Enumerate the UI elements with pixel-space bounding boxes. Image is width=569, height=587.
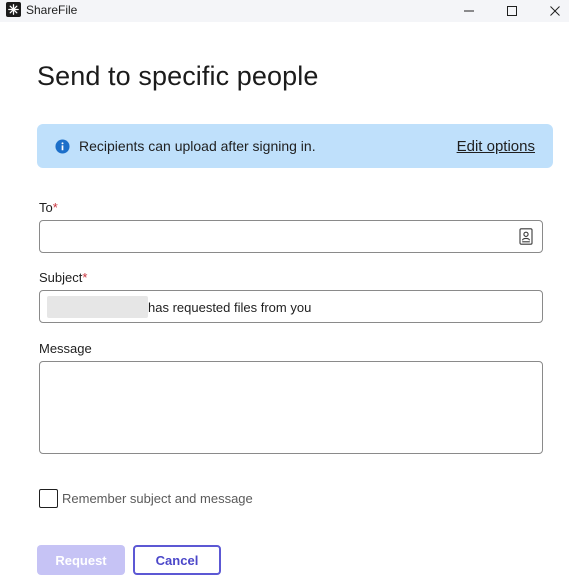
subject-label-text: Subject — [39, 270, 83, 285]
remember-checkbox[interactable] — [39, 489, 58, 508]
sharefile-logo-icon — [6, 2, 21, 17]
subject-label: Subject* — [39, 270, 87, 285]
close-icon — [550, 6, 560, 16]
minimize-button[interactable] — [449, 0, 489, 22]
page-title: Send to specific people — [37, 61, 319, 91]
to-input[interactable] — [39, 220, 543, 253]
maximize-button[interactable] — [492, 0, 532, 22]
close-button[interactable] — [535, 0, 569, 22]
title-bar: ShareFile — [0, 0, 569, 22]
subject-input[interactable]: has requested files from you — [39, 290, 543, 323]
app-title: ShareFile — [26, 3, 78, 17]
maximize-icon — [507, 6, 517, 16]
message-label: Message — [39, 341, 92, 356]
cancel-button[interactable]: Cancel — [133, 545, 221, 575]
request-button[interactable]: Request — [37, 545, 125, 575]
message-label-text: Message — [39, 341, 92, 356]
remember-checkbox-label[interactable]: Remember subject and message — [62, 491, 253, 506]
edit-options-link[interactable]: Edit options — [457, 138, 535, 155]
banner-text: Recipients can upload after signing in. — [79, 138, 316, 154]
to-label-text: To — [39, 200, 53, 215]
minimize-icon — [464, 10, 474, 12]
info-icon — [55, 139, 70, 154]
message-textarea[interactable] — [39, 361, 543, 454]
to-label: To* — [39, 200, 58, 215]
required-marker: * — [82, 270, 88, 285]
info-banner: Recipients can upload after signing in. … — [37, 124, 553, 168]
contact-book-icon[interactable] — [519, 228, 533, 245]
subject-value: has requested files from you — [148, 300, 312, 315]
redacted-sender-name — [47, 296, 148, 318]
required-marker: * — [52, 200, 58, 215]
